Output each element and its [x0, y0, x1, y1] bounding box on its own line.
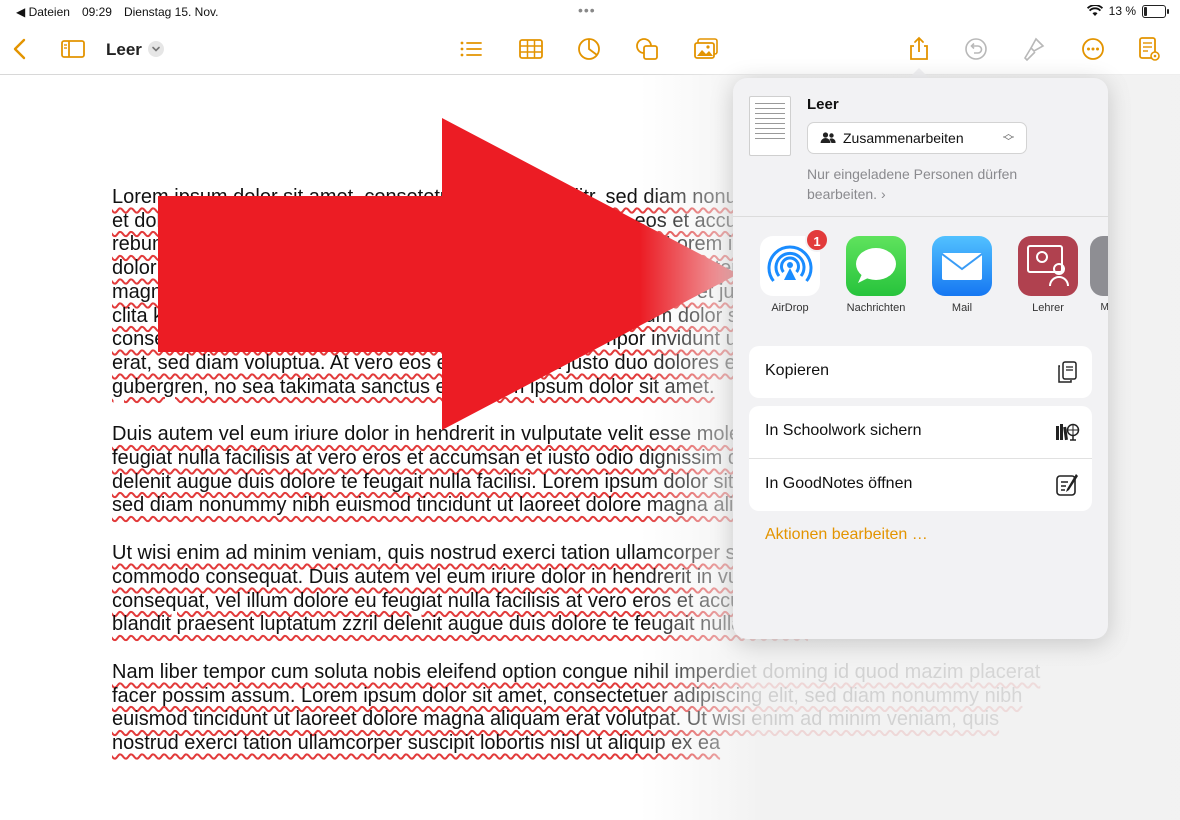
share-doc-name: Leer — [807, 96, 839, 113]
app-airdrop[interactable]: 1 AirDrop — [747, 228, 833, 314]
shapes-icon[interactable] — [634, 36, 660, 62]
more-apps-icon — [1090, 236, 1108, 296]
goodnotes-row[interactable]: In GoodNotes öffnen — [749, 458, 1092, 511]
document-thumbnail — [749, 96, 791, 156]
divider — [733, 216, 1108, 217]
multitasking-dots[interactable]: ••• — [578, 2, 596, 18]
chevron-down-icon — [152, 46, 160, 52]
share-app-row: 1 AirDrop Nachrichten Mail Lehrer M — [747, 228, 1108, 326]
collaborate-button[interactable]: Zusammenarbeiten ︿ ﹀ — [807, 122, 1027, 154]
action-group-apps: In Schoolwork sichern In GoodNotes öffne… — [749, 406, 1092, 511]
copy-row[interactable]: Kopieren — [749, 346, 1092, 398]
chevron-right-icon: › — [880, 186, 886, 202]
battery-percent: 13 % — [1108, 4, 1136, 18]
app-label: AirDrop — [771, 302, 809, 314]
app-mail[interactable]: Mail — [919, 236, 1005, 314]
share-icon[interactable] — [906, 36, 932, 62]
undo-icon[interactable] — [963, 36, 989, 62]
app-more-partial[interactable]: M… ei… — [1077, 236, 1108, 313]
media-icon[interactable] — [693, 36, 719, 62]
more-icon[interactable] — [1080, 36, 1106, 62]
share-sheet: Leer Zusammenarbeiten ︿ ﹀ Nur eingeladene… — [733, 78, 1108, 639]
document-title[interactable]: Leer — [106, 40, 142, 60]
app-label: Nachrichten — [846, 302, 906, 314]
collaborate-permission-hint[interactable]: Nur eingeladene Personen dürfen bearbeit… — [807, 164, 1067, 204]
chart-icon[interactable] — [576, 36, 602, 62]
date: Dienstag 15. Nov. — [123, 5, 219, 19]
title-menu-button[interactable] — [148, 41, 164, 57]
copy-label: Kopieren — [765, 362, 830, 379]
sidebar-icon[interactable] — [60, 36, 86, 62]
document-view-icon[interactable] — [1136, 36, 1162, 62]
schoolwork-icon — [1056, 423, 1080, 441]
copy-icon — [1058, 361, 1077, 383]
clock: 09:29 — [81, 5, 112, 19]
back-chevron-icon[interactable] — [8, 36, 34, 62]
goodnotes-label: In GoodNotes öffnen — [765, 475, 913, 492]
schoolwork-label: In Schoolwork sichern — [765, 422, 922, 439]
format-brush-icon[interactable] — [1021, 36, 1047, 62]
messages-icon — [846, 236, 906, 296]
list-icon[interactable] — [458, 36, 484, 62]
status-bar: ◀ Dateien 09:29 Dienstag 15. Nov. ••• 13… — [0, 0, 1180, 24]
wifi-icon — [1086, 5, 1103, 16]
app-messages[interactable]: Nachrichten — [833, 236, 919, 314]
goodnotes-icon — [1056, 474, 1078, 496]
up-down-chevron-icon: ︿ ﹀ — [1003, 128, 1014, 148]
collaborate-label: Zusammenarbeiten — [843, 130, 964, 146]
people-icon — [820, 132, 836, 143]
teacher-icon — [1018, 236, 1078, 296]
toolbar: Leer — [0, 24, 1180, 75]
schoolwork-row[interactable]: In Schoolwork sichern — [749, 406, 1092, 458]
edit-actions-link[interactable]: Aktionen bearbeiten … — [765, 526, 928, 544]
app-label: Mail — [951, 302, 973, 314]
back-to-app-link[interactable]: ◀ Dateien — [16, 5, 70, 19]
airdrop-badge: 1 — [805, 228, 829, 252]
battery-icon — [1142, 4, 1169, 18]
action-group-copy: Kopieren — [749, 346, 1092, 398]
table-icon[interactable] — [518, 36, 544, 62]
app-label: M… ei… — [1100, 302, 1108, 313]
mail-icon — [932, 236, 992, 296]
